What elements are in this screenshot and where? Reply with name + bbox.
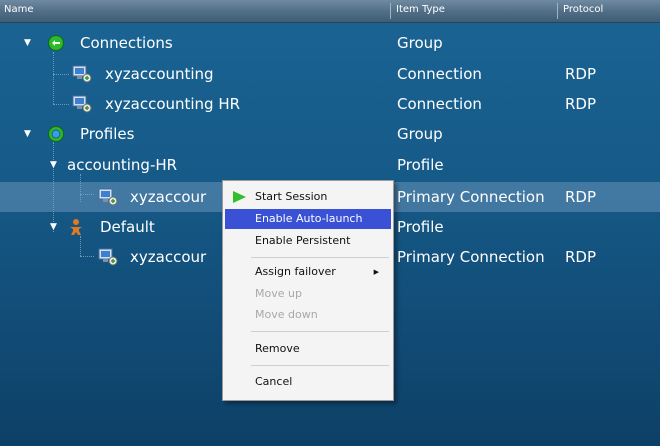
column-divider[interactable] (557, 3, 558, 19)
menu-item-label: Enable Persistent (255, 234, 351, 247)
computer-connection-icon (98, 248, 118, 266)
tree-item-label: xyzaccour (130, 248, 207, 266)
expand-toggle-icon[interactable]: ▼ (24, 119, 34, 149)
tree-item-label: accounting-HR (67, 156, 178, 174)
menu-item-assign-failover[interactable]: Assign failover ▶ (225, 262, 391, 282)
column-header-protocol[interactable]: Protocol (559, 0, 660, 22)
column-header: Name Item Type Protocol (0, 0, 660, 23)
menu-item-remove[interactable]: Remove (225, 339, 391, 359)
expand-toggle-icon[interactable]: ▼ (24, 28, 34, 58)
menu-item-move-down: Move down (225, 305, 391, 325)
tree-row-connection[interactable]: xyzaccounting HR Connection RDP (0, 89, 660, 119)
profiles-group-icon (48, 126, 64, 142)
item-type-cell: Profile (397, 156, 444, 174)
tree-row-profile[interactable]: ▼ accounting-HR Profile (0, 150, 660, 180)
protocol-cell: RDP (565, 248, 597, 266)
column-header-name[interactable]: Name (0, 0, 390, 22)
menu-item-enable-persistent[interactable]: Enable Persistent (225, 231, 391, 251)
protocol-cell: RDP (565, 65, 597, 83)
tree-row-connections[interactable]: ▼ Connections Group (0, 28, 660, 58)
computer-connection-icon (72, 65, 92, 83)
item-type-cell: Primary Connection (397, 248, 545, 266)
menu-item-label: Enable Auto-launch (255, 212, 363, 225)
menu-separator (251, 365, 389, 366)
tree-item-label: Default (100, 218, 155, 236)
menu-item-label: Move up (255, 287, 302, 300)
item-type-cell: Primary Connection (397, 188, 545, 206)
menu-item-label: Move down (255, 308, 318, 321)
menu-item-label: Remove (255, 342, 300, 355)
person-profile-icon (70, 219, 82, 235)
item-type-cell: Connection (397, 95, 482, 113)
tree-item-label: xyzaccounting (105, 65, 214, 83)
protocol-cell: RDP (565, 188, 597, 206)
menu-item-label: Start Session (255, 190, 328, 203)
submenu-arrow-icon: ▶ (373, 268, 379, 276)
tree-row-connection[interactable]: xyzaccounting Connection RDP (0, 59, 660, 89)
menu-separator (251, 331, 389, 332)
item-type-cell: Group (397, 125, 443, 143)
column-divider[interactable] (390, 3, 391, 19)
menu-separator (251, 257, 389, 258)
green-play-icon (233, 191, 246, 203)
computer-connection-icon (72, 95, 92, 113)
menu-item-label: Assign failover (255, 265, 336, 278)
menu-item-start-session[interactable]: Start Session (225, 187, 391, 207)
item-type-cell: Group (397, 34, 443, 52)
tree-item-label: Connections (80, 34, 173, 52)
menu-item-enable-auto-launch[interactable]: Enable Auto-launch (225, 209, 391, 229)
tree-item-label: xyzaccour (130, 188, 207, 206)
expand-toggle-icon[interactable]: ▼ (50, 212, 60, 242)
tree-item-label: xyzaccounting HR (105, 95, 241, 113)
column-header-item-type[interactable]: Item Type (392, 0, 557, 22)
computer-connection-icon (98, 188, 118, 206)
menu-item-move-up: Move up (225, 284, 391, 304)
expand-toggle-icon[interactable]: ▼ (50, 150, 60, 180)
item-type-cell: Profile (397, 218, 444, 236)
item-type-cell: Connection (397, 65, 482, 83)
tree-row-profiles[interactable]: ▼ Profiles Group (0, 119, 660, 149)
context-menu: Start Session Enable Auto-launch Enable … (222, 180, 394, 401)
menu-item-cancel[interactable]: Cancel (225, 372, 391, 392)
connections-group-icon (48, 35, 64, 51)
protocol-cell: RDP (565, 95, 597, 113)
tree-item-label: Profiles (80, 125, 135, 143)
menu-item-label: Cancel (255, 375, 293, 388)
connection-manager-window: Name Item Type Protocol ▼ Connections Gr… (0, 0, 660, 446)
